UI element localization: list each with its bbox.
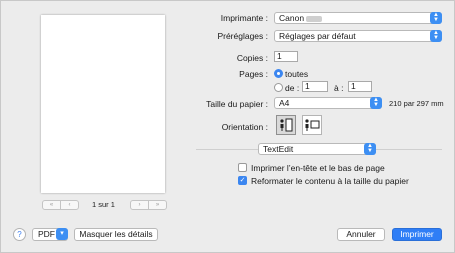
printer-name-redacted xyxy=(306,15,323,22)
portrait-button[interactable] xyxy=(276,115,296,135)
chevron-updown-icon: ▲ ▼ xyxy=(430,12,442,24)
copies-label: Copies : xyxy=(236,53,268,63)
orientation-label: Orientation : xyxy=(221,122,268,132)
pdf-menu-button[interactable]: PDF ▾ xyxy=(32,228,68,241)
preview-nav-back: « ‹ xyxy=(42,200,79,210)
page-indicator: 1 sur 1 xyxy=(92,200,115,209)
help-button[interactable]: ? xyxy=(13,228,26,241)
presets-label: Préréglages : xyxy=(217,31,268,41)
last-page-button[interactable]: » xyxy=(148,201,166,209)
pages-all-label: toutes xyxy=(285,69,309,79)
cancel-button[interactable]: Annuler xyxy=(337,228,385,241)
pages-from-label: de : xyxy=(285,83,300,93)
copies-field[interactable]: 1 xyxy=(274,51,298,62)
pdf-label: PDF xyxy=(38,229,55,239)
printer-select[interactable]: Canon ▲ ▼ xyxy=(274,12,442,24)
header-footer-checkbox[interactable] xyxy=(238,163,247,172)
checkmark-icon: ✓ xyxy=(239,177,246,184)
pages-range-radio[interactable] xyxy=(274,83,283,92)
pages-all-radio[interactable] xyxy=(274,69,283,78)
pages-from-field[interactable]: 1 xyxy=(302,81,328,92)
paper-size-value: A4 xyxy=(279,98,290,108)
chevron-updown-icon: ▲ ▼ xyxy=(364,143,376,155)
chevron-updown-icon: ▲ ▼ xyxy=(370,97,382,109)
next-page-button[interactable]: › xyxy=(131,201,148,209)
first-page-button[interactable]: « xyxy=(43,201,60,209)
printer-label: Imprimante : xyxy=(220,13,268,23)
paper-size-label: Taille du papier : xyxy=(206,99,268,109)
page-preview xyxy=(41,15,165,193)
chevron-down-icon: ▾ xyxy=(56,228,68,240)
portrait-icon xyxy=(280,118,293,132)
printer-value: Canon xyxy=(279,13,305,23)
pages-to-label: à : xyxy=(334,83,344,93)
rewrap-label: Reformater le contenu à la taille du pap… xyxy=(251,176,409,186)
rewrap-checkbox[interactable]: ✓ xyxy=(238,176,247,185)
paper-dimensions: 210 par 297 mm xyxy=(389,99,444,108)
app-options-value: TextEdit xyxy=(263,144,294,154)
presets-value: Réglages par défaut xyxy=(279,31,356,41)
print-button[interactable]: Imprimer xyxy=(392,228,442,241)
chevron-updown-icon: ▲ ▼ xyxy=(430,30,442,42)
preview-nav-forward: › » xyxy=(130,200,167,210)
app-options-select[interactable]: TextEdit ▲ ▼ xyxy=(258,143,376,155)
landscape-icon xyxy=(305,119,320,131)
presets-select[interactable]: Réglages par défaut ▲ ▼ xyxy=(274,30,442,42)
hide-details-button[interactable]: Masquer les détails xyxy=(74,228,158,241)
previous-page-button[interactable]: ‹ xyxy=(60,201,78,209)
pages-label: Pages : xyxy=(239,69,268,79)
header-footer-label: Imprimer l’en-tête et le bas de page xyxy=(251,163,385,173)
landscape-button[interactable] xyxy=(302,115,322,135)
pages-to-field[interactable]: 1 xyxy=(348,81,372,92)
paper-size-select[interactable]: A4 ▲ ▼ xyxy=(274,97,382,109)
